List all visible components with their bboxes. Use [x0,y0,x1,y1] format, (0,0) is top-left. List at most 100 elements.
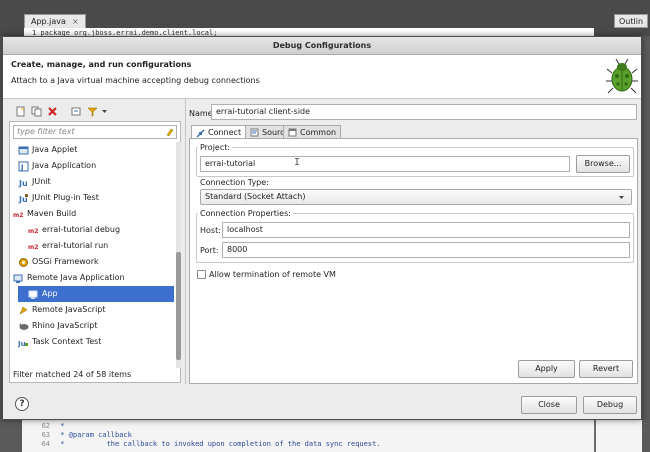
tree-item-maven-build[interactable]: m2 Maven Build [13,206,174,222]
source-icon [250,128,259,137]
line-number: 63 [41,431,50,439]
junit-plugin-icon: Ju [18,193,29,204]
tree-item-label: Rhino JavaScript [32,321,98,330]
remote-javascript-icon [18,305,29,316]
dialog-banner: Create, manage, and run configurations A… [3,55,641,99]
tree-item-label: Java Application [32,161,97,170]
pane-divider[interactable] [185,99,186,384]
tree-scrollbar-thumb[interactable] [176,252,181,360]
tab-common[interactable]: Common [283,125,342,139]
rhino-icon [18,321,29,332]
duplicate-config-button[interactable] [29,104,43,118]
filter-menu-button[interactable] [99,104,109,118]
tree-item-java-application[interactable]: J Java Application [18,158,174,174]
port-label: Port: [200,246,219,255]
outline-tab[interactable]: Outlin [614,14,649,28]
tree-item-app[interactable]: App [18,286,174,302]
tree-item-label: Java Applet [32,145,78,154]
tree-item-label: Remote Java Application [27,273,125,282]
svg-text:Ju: Ju [18,340,26,348]
delete-config-button[interactable] [45,104,59,118]
revert-button[interactable]: Revert [579,360,633,378]
filter-button[interactable] [85,104,99,118]
tree-item-label: Maven Build [27,209,77,218]
new-document-icon [16,106,24,116]
port-input[interactable]: 8000 [222,242,630,258]
line-number: 62 [41,422,50,430]
tree-item-java-applet[interactable]: Java Applet [18,142,174,158]
debug-button[interactable]: Debug [583,396,637,414]
config-toolbar [11,103,181,119]
connect-icon [196,128,205,138]
line-number: 64 [41,440,50,448]
common-icon [288,128,297,137]
ide-outline-panel [596,420,642,452]
remote-java-icon [13,273,24,284]
close-icon[interactable]: × [72,17,79,26]
svg-text:m2: m2 [28,244,38,251]
chevron-down-icon [101,109,107,113]
collapse-all-button[interactable] [69,104,83,118]
maven-icon: m2 [28,241,39,252]
tree-item-osgi-framework[interactable]: OSGi Framework [18,254,174,270]
dialog-title[interactable]: Debug Configurations [3,37,641,55]
tree-item-errai-tutorial-debug[interactable]: m2 errai-tutorial debug [28,222,174,238]
java-application-icon: J [18,161,29,172]
configuration-tree-panel: type filter text Java Applet J Java Appl… [9,121,181,383]
java-applet-icon [18,145,29,156]
apply-button[interactable]: Apply [518,360,575,378]
banner-title: Create, manage, and run configurations [11,60,192,69]
connection-properties-label: Connection Properties: [198,209,293,218]
connection-type-label: Connection Type: [198,178,271,187]
connect-tab-panel: Project: errai-tutorial I Browse... Conn… [189,138,638,384]
help-button[interactable]: ? [15,397,29,411]
tree-scrollbar[interactable] [176,142,181,368]
debug-bug-icon [606,58,638,94]
tree-item-label: errai-tutorial run [42,241,109,250]
filter-input[interactable]: type filter text [13,125,177,139]
new-config-button[interactable] [13,104,27,118]
configuration-tree: Java Applet J Java Application Ju JUnit … [10,142,174,368]
tree-item-junit-plugin-test[interactable]: Ju JUnit Plug-in Test [18,190,174,206]
filter-placeholder: type filter text [17,127,75,136]
editor-code-area: 62 * 63 * @param callback 64 * the callb… [22,420,594,452]
editor-tab-app-java[interactable]: App.java × [24,14,86,28]
junit-icon: Ju [18,177,29,188]
maven-icon: m2 [13,209,24,220]
tree-item-task-context-test[interactable]: Ju Task Context Test [18,334,174,350]
configuration-name-input[interactable]: errai-tutorial client-side [211,104,637,120]
code-line: * [56,422,65,430]
code-line: * @param callback [56,431,132,439]
tree-item-remote-javascript[interactable]: Remote JavaScript [18,302,174,318]
filter-status: Filter matched 24 of 58 items [13,370,132,379]
collapse-all-icon [71,107,80,115]
host-label: Host: [200,226,221,235]
text-cursor-icon: I [294,157,301,168]
svg-text:m2: m2 [13,212,23,219]
banner-message: Attach to a Java virtual machine accepti… [11,76,260,85]
tree-item-label: JUnit Plug-in Test [32,193,99,202]
close-button[interactable]: Close [521,396,577,414]
remote-java-icon [28,289,39,300]
duplicate-icon [31,106,41,116]
host-input[interactable]: localhost [222,222,630,238]
connection-type-select[interactable]: Standard (Socket Attach) [200,189,632,205]
tree-item-label: App [42,289,58,298]
tab-label: Common [300,127,337,137]
tree-item-junit[interactable]: Ju JUnit [18,174,174,190]
browse-button[interactable]: Browse... [576,155,630,173]
tree-item-label: errai-tutorial debug [42,225,121,234]
tree-item-errai-tutorial-run[interactable]: m2 errai-tutorial run [28,238,174,254]
debug-configurations-dialog: Debug Configurations Create, manage, and… [2,36,642,420]
code-line: * the callback to invoked upon completio… [56,440,381,448]
allow-termination-checkbox[interactable] [197,270,206,279]
config-tabs: Connect Source Common [189,125,629,140]
connection-type-value: Standard (Socket Attach) [205,192,306,201]
project-input[interactable]: errai-tutorial [200,156,570,172]
clear-filter-icon[interactable] [165,127,175,137]
allow-termination-label: Allow termination of remote VM [209,270,336,279]
tree-item-remote-java-application[interactable]: Remote Java Application [13,270,174,286]
tree-item-rhino-javascript[interactable]: Rhino JavaScript [18,318,174,334]
tree-item-label: Task Context Test [32,337,102,346]
ide-right-edge [642,36,650,452]
